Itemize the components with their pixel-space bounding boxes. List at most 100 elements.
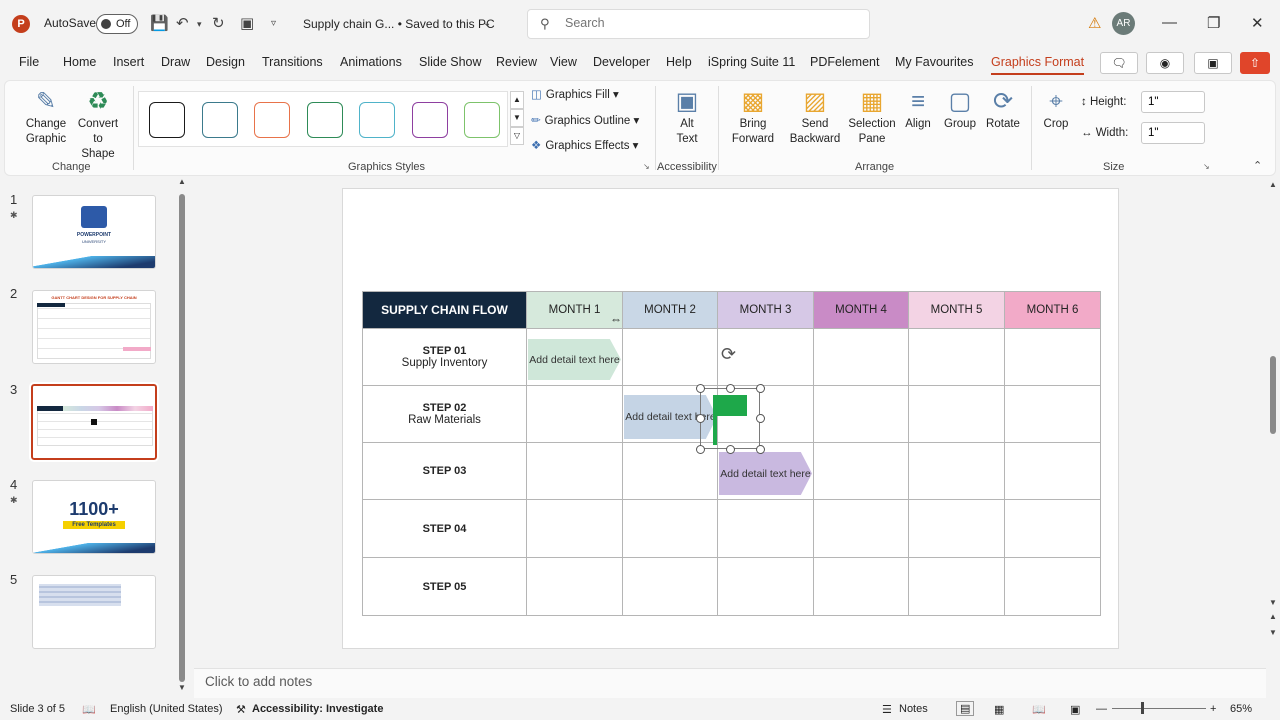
style-swatch-1[interactable] xyxy=(149,102,185,138)
redo-icon[interactable]: ↻ xyxy=(212,14,225,32)
scroll-up-icon[interactable]: ▲ xyxy=(1269,180,1277,189)
tab-insert[interactable]: Insert xyxy=(113,55,144,69)
send-backward-button[interactable]: ▨ Send Backward xyxy=(785,87,845,147)
gantt-cell[interactable] xyxy=(909,558,1005,616)
selection-pane-button[interactable]: ▦ Selection Pane xyxy=(847,87,897,147)
resize-handle[interactable] xyxy=(756,445,765,454)
comments-button[interactable]: 🗨 xyxy=(1100,52,1138,74)
tab-slide-show[interactable]: Slide Show xyxy=(419,55,482,69)
gantt-cell[interactable] xyxy=(623,500,718,558)
warning-icon[interactable]: ⚠ xyxy=(1088,14,1101,32)
tab-review[interactable]: Review xyxy=(496,55,537,69)
gantt-cell[interactable] xyxy=(718,558,814,616)
gantt-cell[interactable] xyxy=(909,329,1005,386)
avatar[interactable]: AR xyxy=(1112,12,1135,35)
scroll-thumb[interactable] xyxy=(1270,356,1276,434)
spelling-icon[interactable]: 📖 xyxy=(82,703,96,716)
gantt-cell[interactable] xyxy=(623,558,718,616)
rotate-button[interactable]: ⟳ Rotate xyxy=(983,87,1023,132)
slide-sorter-icon[interactable]: ▦ xyxy=(994,703,1004,716)
tab-view[interactable]: View xyxy=(550,55,577,69)
autosave-toggle[interactable]: Off xyxy=(96,14,138,34)
collapse-ribbon-icon[interactable]: ⌃ xyxy=(1253,159,1262,172)
tab-my-favourites[interactable]: My Favourites xyxy=(895,55,974,69)
gantt-cell[interactable] xyxy=(814,500,909,558)
gantt-cell[interactable] xyxy=(1005,500,1101,558)
minimize-icon[interactable]: — xyxy=(1162,14,1177,31)
previous-slide-icon[interactable]: ▲ xyxy=(1269,612,1277,621)
resize-handle[interactable] xyxy=(696,384,705,393)
gantt-cell[interactable] xyxy=(1005,443,1101,500)
gantt-cell[interactable] xyxy=(527,500,623,558)
gantt-cell[interactable] xyxy=(527,443,623,500)
notes-placeholder[interactable]: Click to add notes xyxy=(205,674,312,689)
slideshow-icon[interactable]: ▣ xyxy=(1070,703,1080,716)
gantt-cell[interactable] xyxy=(527,386,623,443)
gantt-cell[interactable] xyxy=(814,386,909,443)
teams-button[interactable]: ▣ xyxy=(1194,52,1232,74)
next-slide-icon[interactable]: ▼ xyxy=(1269,628,1277,637)
tab-graphics-format[interactable]: Graphics Format xyxy=(991,55,1085,75)
width-input[interactable] xyxy=(1141,122,1205,144)
tab-design[interactable]: Design xyxy=(206,55,245,69)
editor-scrollbar[interactable]: ▲ ▼ ▲ ▼ xyxy=(1268,178,1278,668)
zoom-slider[interactable] xyxy=(1112,702,1206,714)
scroll-thumb[interactable] xyxy=(179,194,185,682)
tab-transitions[interactable]: Transitions xyxy=(262,55,323,69)
styles-launcher-icon[interactable]: ↘ xyxy=(643,162,650,171)
selected-flag-graphic[interactable] xyxy=(700,388,760,449)
accessibility-status[interactable]: Accessibility: Investigate xyxy=(252,703,383,715)
customize-icon[interactable]: ▿ xyxy=(271,18,276,29)
resize-handle[interactable] xyxy=(696,445,705,454)
language-status[interactable]: English (United States) xyxy=(110,703,223,715)
style-swatch-6[interactable] xyxy=(412,102,448,138)
rotate-handle-icon[interactable]: ⟳ xyxy=(721,344,736,365)
convert-to-shape-button[interactable]: ♻ Convert to Shape xyxy=(75,87,121,162)
gallery-up-icon[interactable]: ▲ xyxy=(510,91,524,109)
gallery-more-icon[interactable]: ▽ xyxy=(510,127,524,145)
alt-text-button[interactable]: ▣ Alt Text xyxy=(667,87,707,147)
gallery-down-icon[interactable]: ▼ xyxy=(510,109,524,127)
gantt-cell[interactable] xyxy=(623,329,718,386)
resize-handle[interactable] xyxy=(726,445,735,454)
zoom-out-icon[interactable]: — xyxy=(1096,703,1107,715)
present-icon[interactable]: ▣ xyxy=(240,14,254,32)
resize-handle[interactable] xyxy=(756,414,765,423)
tab-file[interactable]: File xyxy=(19,55,39,69)
gantt-cell[interactable] xyxy=(909,386,1005,443)
scroll-up-icon[interactable]: ▲ xyxy=(178,177,186,186)
graphics-fill-button[interactable]: ◫ Graphics Fill ▾ xyxy=(531,87,619,101)
thumbnails-scrollbar[interactable]: ▲ ▼ xyxy=(178,177,186,695)
slide-thumbnail-5[interactable] xyxy=(32,575,156,649)
gantt-cell[interactable] xyxy=(814,443,909,500)
gantt-bar-3[interactable]: Add detail text here xyxy=(719,452,812,495)
slide-thumbnail-2[interactable]: GANTT CHART DESIGN FOR SUPPLY CHAIN xyxy=(32,290,156,364)
notes-pane[interactable]: Click to add notes xyxy=(194,668,1266,698)
normal-view-icon[interactable]: ▤ xyxy=(956,701,975,716)
height-input[interactable] xyxy=(1141,91,1205,113)
close-icon[interactable]: ✕ xyxy=(1251,14,1264,32)
document-title[interactable]: Supply chain G... • Saved to this PC xyxy=(303,17,495,31)
style-swatch-4[interactable] xyxy=(307,102,343,138)
gantt-cell[interactable] xyxy=(527,558,623,616)
resize-handle[interactable] xyxy=(756,384,765,393)
graphics-outline-button[interactable]: ✏ Graphics Outline ▾ xyxy=(531,113,639,127)
gantt-cell[interactable] xyxy=(814,329,909,386)
undo-dropdown-icon[interactable]: ▾ xyxy=(197,19,202,30)
gantt-cell[interactable] xyxy=(1005,386,1101,443)
chevron-down-icon[interactable]: ⌄ xyxy=(483,18,491,29)
gantt-cell[interactable] xyxy=(1005,329,1101,386)
scroll-down-icon[interactable]: ▼ xyxy=(1269,598,1277,607)
search-box[interactable]: ⚲ xyxy=(527,9,870,39)
graphics-effects-button[interactable]: ❖ Graphics Effects ▾ xyxy=(531,138,638,152)
reading-view-icon[interactable]: 📖 xyxy=(1032,703,1046,716)
save-icon[interactable]: 💾 xyxy=(150,14,169,32)
undo-icon[interactable]: ↶ xyxy=(176,14,189,32)
tab-ispring[interactable]: iSpring Suite 11 xyxy=(708,55,795,69)
zoom-level[interactable]: 65% xyxy=(1230,703,1252,715)
tab-pdfelement[interactable]: PDFelement xyxy=(810,55,879,69)
change-graphic-button[interactable]: ✎ Change Graphic xyxy=(21,87,71,147)
gantt-cell[interactable] xyxy=(909,443,1005,500)
resize-handle[interactable] xyxy=(726,384,735,393)
group-button[interactable]: ▢ Group xyxy=(941,87,979,132)
